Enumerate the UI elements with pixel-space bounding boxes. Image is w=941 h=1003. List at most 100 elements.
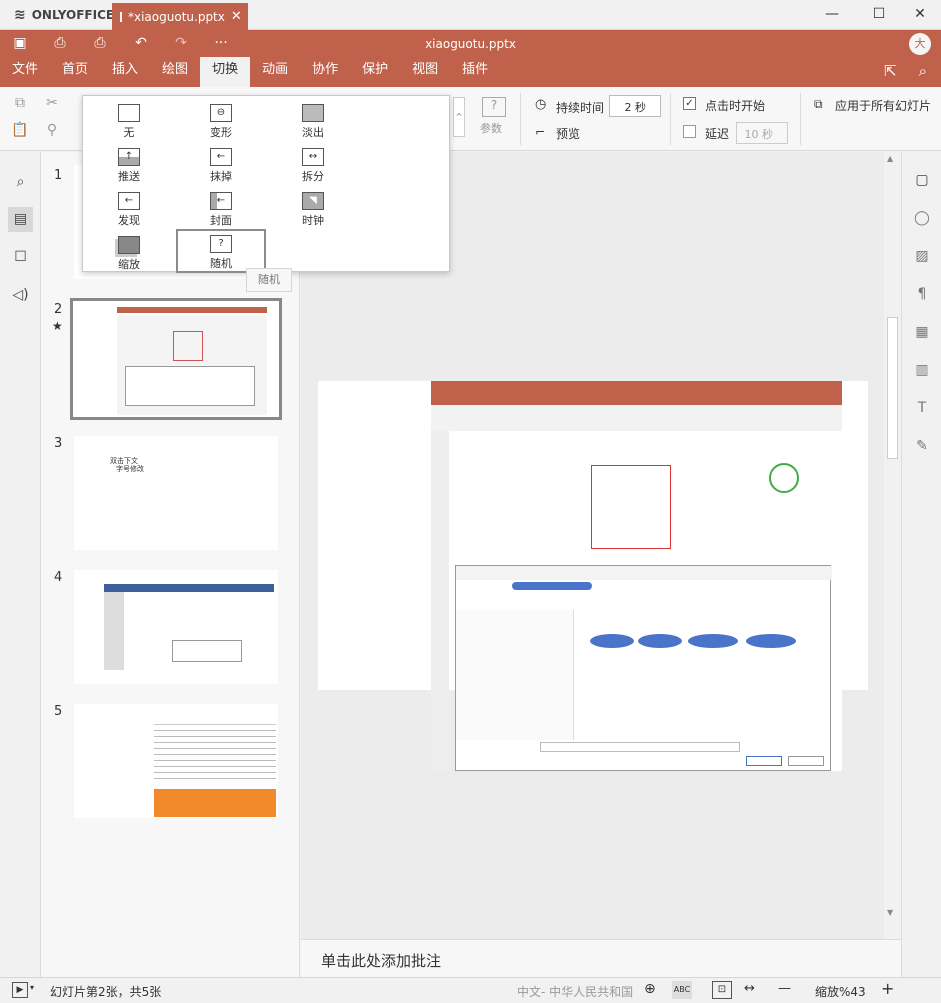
slide-screenshot [431, 381, 842, 771]
scroll-thumb[interactable] [887, 317, 898, 459]
paragraph-settings-icon[interactable]: ¶ [912, 286, 932, 306]
chevron-down-icon[interactable]: ▾ [30, 983, 34, 992]
transition-split[interactable]: ↔ 拆分 [278, 144, 348, 186]
globe-icon[interactable]: ⊕ [644, 981, 656, 997]
transition-label: 缩放 [118, 258, 140, 271]
minimize-button[interactable]: — [822, 6, 842, 24]
thumb-orange-block [154, 789, 276, 817]
slide-settings-icon[interactable]: ▢ [912, 172, 932, 192]
menu-protect[interactable]: 保护 [350, 57, 400, 87]
spellcheck-icon[interactable]: ABC [672, 981, 692, 999]
scroll-down-icon[interactable]: ▼ [887, 908, 893, 917]
slide-number: 5 [54, 704, 63, 719]
notes-area[interactable]: 单击此处添加批注 [301, 939, 901, 977]
fit-width-icon[interactable]: ↔ [744, 981, 755, 996]
signature-icon[interactable]: ✎ [912, 438, 932, 458]
slide-thumbnail-4[interactable] [74, 570, 278, 684]
slide-thumbnail-5[interactable] [74, 704, 278, 818]
current-slide[interactable] [318, 381, 868, 771]
image-blue-ellipse [746, 634, 796, 648]
close-window-button[interactable]: ✕ [910, 6, 930, 24]
menu-insert[interactable]: 插入 [100, 57, 150, 87]
zoom-level: 缩放%43 [815, 985, 866, 999]
open-location-icon[interactable]: ⇱ [884, 62, 897, 80]
image-blue-ellipse [638, 634, 682, 648]
search-icon[interactable]: ⌕ [919, 62, 927, 80]
transition-clock[interactable]: ◥ 时钟 [278, 188, 348, 230]
random-transition-icon: ? [210, 235, 232, 253]
copy-icon[interactable]: ⧉ [10, 95, 30, 115]
delay-checkbox[interactable] [683, 125, 696, 138]
menu-home[interactable]: 首页 [50, 57, 100, 87]
transition-fade[interactable]: 淡出 [278, 100, 348, 142]
slideshow-icon[interactable]: ▶ [12, 982, 28, 998]
table-settings-icon[interactable]: ▦ [912, 324, 932, 344]
preview-button[interactable]: 预览 [556, 125, 580, 142]
parameters-icon[interactable]: ? [482, 97, 506, 117]
slide-number: 3 [54, 436, 63, 451]
thumb-header-bar [104, 584, 274, 592]
transition-wipe[interactable]: ← 抹掉 [186, 144, 256, 186]
menu-animation[interactable]: 动画 [250, 57, 300, 87]
shape-settings-icon[interactable]: ◯ [912, 210, 932, 230]
transitions-scroll[interactable]: ^ [453, 97, 465, 137]
start-on-click-checkbox[interactable]: ✓ [683, 97, 696, 110]
image-header [431, 381, 842, 405]
duration-label: 持续时间 [556, 101, 605, 115]
parameters-label[interactable]: 参数 [480, 120, 502, 136]
morph-transition-icon: ⊖ [210, 104, 232, 122]
main-menu: 文件 首页 插入 绘图 切换 动画 协作 保护 视图 插件 [0, 57, 500, 87]
close-tab-icon[interactable]: ✕ [231, 9, 242, 24]
menu-collaborate[interactable]: 协作 [300, 57, 350, 87]
format-painter-icon[interactable]: ⚲ [42, 122, 62, 142]
duration-input[interactable]: 2 秒 [609, 95, 661, 117]
tooltip: 随机 [246, 268, 292, 292]
zoom-out-button[interactable]: — [778, 981, 791, 996]
image-cancel-btn [788, 756, 824, 766]
menu-file[interactable]: 文件 [0, 57, 50, 87]
chart-settings-icon[interactable]: ▥ [912, 362, 932, 382]
slide-info: 幻灯片第2张，共5张 [50, 985, 162, 999]
delay-input[interactable]: 10 秒 [736, 122, 788, 144]
transition-morph[interactable]: ⊖ 变形 [186, 100, 256, 142]
text-art-icon[interactable]: T [912, 400, 932, 420]
clock-transition-icon: ◥ [302, 192, 324, 210]
split-transition-icon: ↔ [302, 148, 324, 166]
thumb-red-box [173, 331, 203, 361]
slide-thumbnail-3[interactable]: 双击下文 字号修改 [74, 436, 278, 550]
scroll-up-icon[interactable]: ▲ [887, 154, 893, 163]
slides-panel-icon[interactable]: ▤ [8, 207, 33, 232]
uncover-transition-icon: ← [118, 192, 140, 210]
transition-random[interactable]: ? 随机 [176, 229, 266, 273]
image-blue-ellipse [590, 634, 634, 648]
cut-icon[interactable]: ✂ [42, 95, 62, 115]
slide-thumbnail-2[interactable] [70, 298, 282, 420]
menu-plugins[interactable]: 插件 [450, 57, 500, 87]
image-settings-icon[interactable]: ▨ [912, 248, 932, 268]
fit-slide-icon[interactable]: ⊡ [712, 981, 732, 999]
user-avatar[interactable]: 大 [909, 33, 931, 55]
zoom-in-button[interactable]: + [881, 979, 894, 998]
transition-label: 封面 [210, 214, 232, 227]
image-dialog-title [456, 566, 832, 580]
search-icon[interactable]: ⌕ [8, 170, 33, 195]
apply-to-all-button[interactable]: 应用于所有幻灯片 [835, 97, 931, 114]
menu-view[interactable]: 视图 [400, 57, 450, 87]
paste-icon[interactable]: 📋 [10, 122, 30, 142]
image-sidebar [431, 431, 449, 771]
comments-icon[interactable]: ☐ [8, 245, 33, 270]
preview-icon: ⌐ [535, 125, 546, 139]
speaker-icon[interactable]: ◁) [8, 283, 33, 308]
document-tab[interactable]: *xiaoguotu.pptx ✕ [112, 3, 248, 30]
transition-uncover[interactable]: ← 发现 [94, 188, 164, 230]
language-label[interactable]: 中文- 中华人民共和国 [517, 983, 633, 1000]
transition-none[interactable]: 无 [94, 100, 164, 142]
transition-zoom[interactable]: 缩放 [94, 232, 164, 274]
transition-push[interactable]: ↑ 推送 [94, 144, 164, 186]
image-dialog-nav [456, 610, 574, 740]
transition-cover[interactable]: ← 封面 [186, 188, 256, 230]
menu-transitions[interactable]: 切换 [200, 57, 251, 87]
maximize-button[interactable]: ☐ [869, 6, 889, 24]
editor-scrollbar[interactable]: ▲ ▼ [884, 152, 901, 939]
menu-draw[interactable]: 绘图 [150, 57, 200, 87]
